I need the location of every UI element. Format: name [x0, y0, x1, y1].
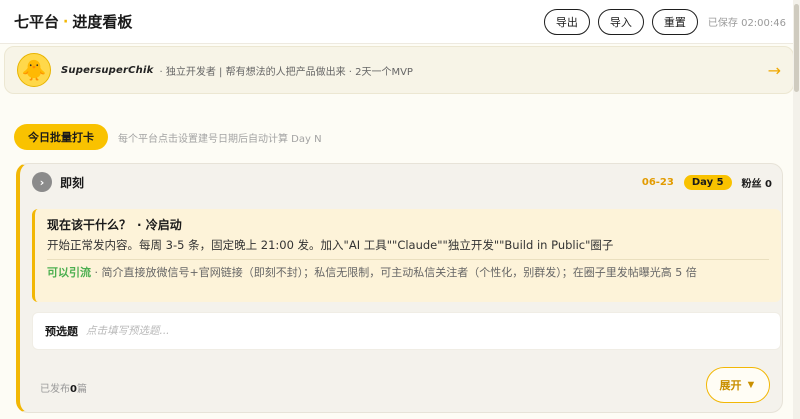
profile-bio: · 独立开发者 | 帮有想法的人把产品做出来 · 2天一个MVP: [159, 66, 413, 78]
advice-panel: 现在该干什么？ · 冷启动 开始正常发内容。每周 3-5 条，固定晚上 21:00…: [32, 209, 781, 302]
advice-title: 现在该干什么？ · 冷启动: [47, 216, 769, 233]
app-title-sub: 进度看板: [72, 13, 133, 31]
platform-card-jike: › 即刻 06-23 Day 5 粉丝 0 现在该干什么？ · 冷启动 开始正常发…: [16, 163, 783, 413]
topic-box: 预选题: [32, 312, 781, 350]
expand-button[interactable]: 展开 ▼: [706, 367, 770, 403]
top-bar: 七平台 · 进度看板 导出 导入 重置 已保存 02:00:46: [0, 0, 800, 44]
topic-input[interactable]: [86, 325, 686, 337]
reset-button[interactable]: 重置: [651, 8, 698, 35]
expand-label: 展开: [719, 380, 742, 392]
advice-tip: 可以引流 · 简介直接放微信号+官网链接（即刻不封）；私信无限制，可主动私信关注…: [47, 265, 769, 281]
fans-label: 粉丝: [741, 178, 762, 190]
export-button[interactable]: 导出: [543, 8, 590, 35]
advice-body: 开始正常发内容。每周 3-5 条，固定晚上 21:00 发。加入"AI 工具""…: [47, 238, 614, 252]
app-title-dot: ·: [63, 13, 69, 30]
chevron-down-icon: ▼: [745, 379, 757, 391]
published-prefix: 已发布: [40, 384, 70, 395]
batch-hint: 每个平台点击设置建号日期后自动计算 Day N: [118, 133, 322, 145]
page-scrollbar[interactable]: [793, 0, 800, 419]
published-number: 0: [70, 384, 77, 395]
published-count: 已发布0篇: [40, 380, 87, 395]
card-header[interactable]: › 即刻 06-23 Day 5 粉丝 0: [20, 164, 782, 200]
advice-divider: [47, 259, 769, 260]
batch-checkin-button[interactable]: 今日批量打卡: [14, 124, 108, 150]
fans-value: 0: [765, 178, 772, 190]
day-badge: Day 5: [683, 174, 732, 190]
scrollbar-thumb[interactable]: [794, 4, 799, 92]
platform-name: 即刻: [60, 175, 85, 190]
profile-banner[interactable]: 🐥 SupersuperChik · 独立开发者 | 帮有想法的人把产品做出来 …: [4, 46, 794, 94]
saved-status: 已保存 02:00:46: [707, 18, 786, 29]
topic-label: 预选题: [45, 325, 78, 338]
profile-name: SupersuperChik: [61, 64, 154, 76]
tip-text: · 简介直接放微信号+官网链接（即刻不封）；私信无限制，可主动私信关注者（个性化…: [91, 266, 697, 279]
chevron-right-icon[interactable]: ›: [32, 172, 52, 192]
batch-checkin-row: 今日批量打卡 每个平台点击设置建号日期后自动计算 Day N: [14, 124, 322, 150]
arrow-right-icon[interactable]: →: [768, 61, 781, 80]
import-button[interactable]: 导入: [597, 8, 644, 35]
advice-stage: · 冷启动: [137, 218, 182, 232]
published-suffix: 篇: [76, 384, 87, 395]
card-header-meta: 06-23 Day 5 粉丝 0: [642, 174, 772, 190]
top-actions: 导出 导入 重置 已保存 02:00:46: [543, 8, 786, 35]
fans-count[interactable]: 粉丝 0: [742, 175, 772, 190]
app-title: 七平台 · 进度看板: [14, 11, 132, 32]
tip-label: 可以引流: [47, 266, 91, 279]
start-date[interactable]: 06-23: [642, 177, 674, 188]
advice-question: 现在该干什么？: [47, 218, 132, 232]
chick-avatar-icon: 🐥: [17, 53, 51, 87]
app-title-main: 七平台: [14, 13, 60, 31]
